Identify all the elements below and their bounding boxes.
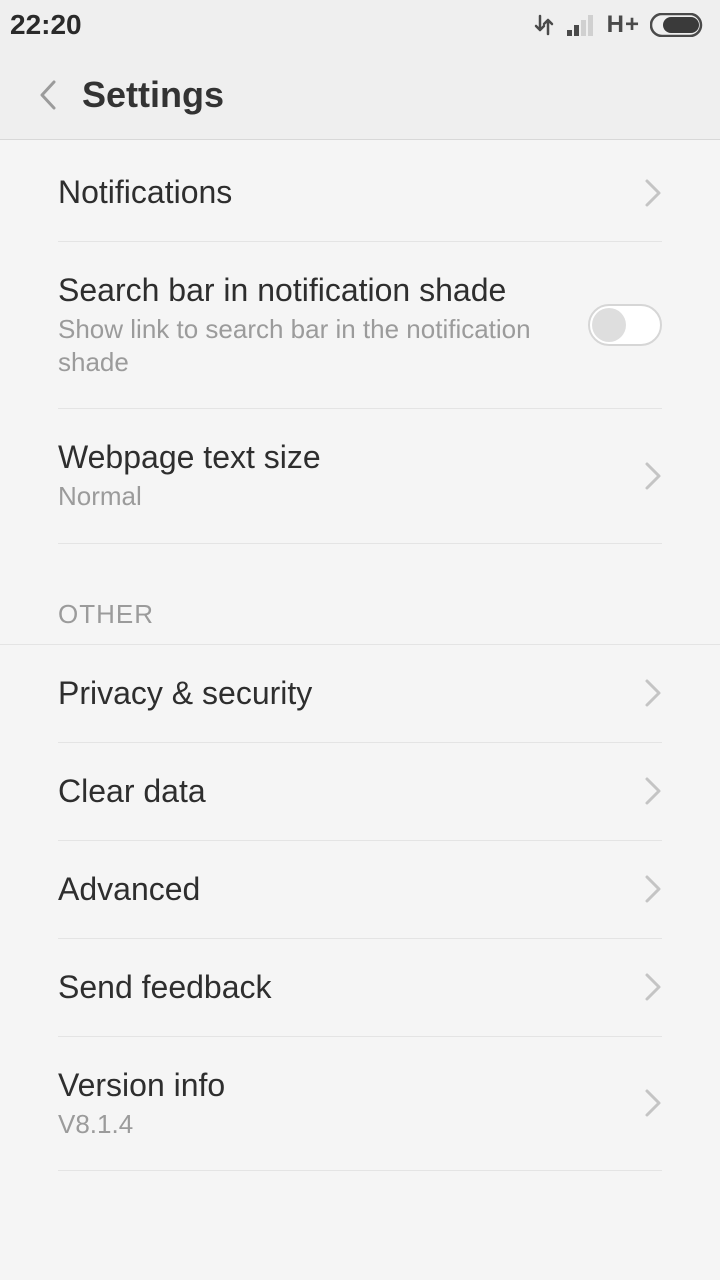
row-notifications[interactable]: Notifications <box>58 140 662 242</box>
row-search-shade[interactable]: Search bar in notification shade Show li… <box>58 242 662 409</box>
chevron-right-icon <box>644 178 662 208</box>
battery-icon <box>650 13 706 37</box>
network-type-label: H+ <box>607 11 640 39</box>
chevron-right-icon <box>644 874 662 904</box>
row-send-feedback[interactable]: Send feedback <box>58 939 662 1037</box>
row-title: Notifications <box>58 174 624 211</box>
status-right-icons: H+ <box>531 11 706 39</box>
signal-icon <box>567 14 597 36</box>
row-title: Clear data <box>58 773 624 810</box>
row-title: Send feedback <box>58 969 624 1006</box>
row-clear-data[interactable]: Clear data <box>58 743 662 841</box>
chevron-right-icon <box>644 1088 662 1118</box>
chevron-right-icon <box>644 461 662 491</box>
section-header-other: OTHER <box>0 544 720 645</box>
row-privacy-security[interactable]: Privacy & security <box>58 645 662 743</box>
row-subtitle: V8.1.4 <box>58 1108 624 1141</box>
settings-list: Notifications Search bar in notification… <box>0 140 720 1171</box>
chevron-left-icon <box>37 78 59 112</box>
row-title: Webpage text size <box>58 439 624 476</box>
row-title: Version info <box>58 1067 624 1104</box>
app-header: Settings <box>0 50 720 140</box>
search-shade-toggle[interactable] <box>588 304 662 346</box>
row-title: Privacy & security <box>58 675 624 712</box>
page-title: Settings <box>82 74 224 116</box>
status-time: 22:20 <box>10 9 82 41</box>
row-advanced[interactable]: Advanced <box>58 841 662 939</box>
chevron-right-icon <box>644 972 662 1002</box>
chevron-right-icon <box>644 678 662 708</box>
row-title: Advanced <box>58 871 624 908</box>
row-webpage-text-size[interactable]: Webpage text size Normal <box>58 409 662 544</box>
back-button[interactable] <box>30 77 66 113</box>
row-title: Search bar in notification shade <box>58 272 568 309</box>
data-transfer-icon <box>531 12 557 38</box>
status-bar: 22:20 H+ <box>0 0 720 50</box>
row-subtitle: Show link to search bar in the notificat… <box>58 313 568 378</box>
toggle-knob <box>592 308 626 342</box>
row-subtitle: Normal <box>58 480 624 513</box>
chevron-right-icon <box>644 776 662 806</box>
row-version-info[interactable]: Version info V8.1.4 <box>58 1037 662 1172</box>
